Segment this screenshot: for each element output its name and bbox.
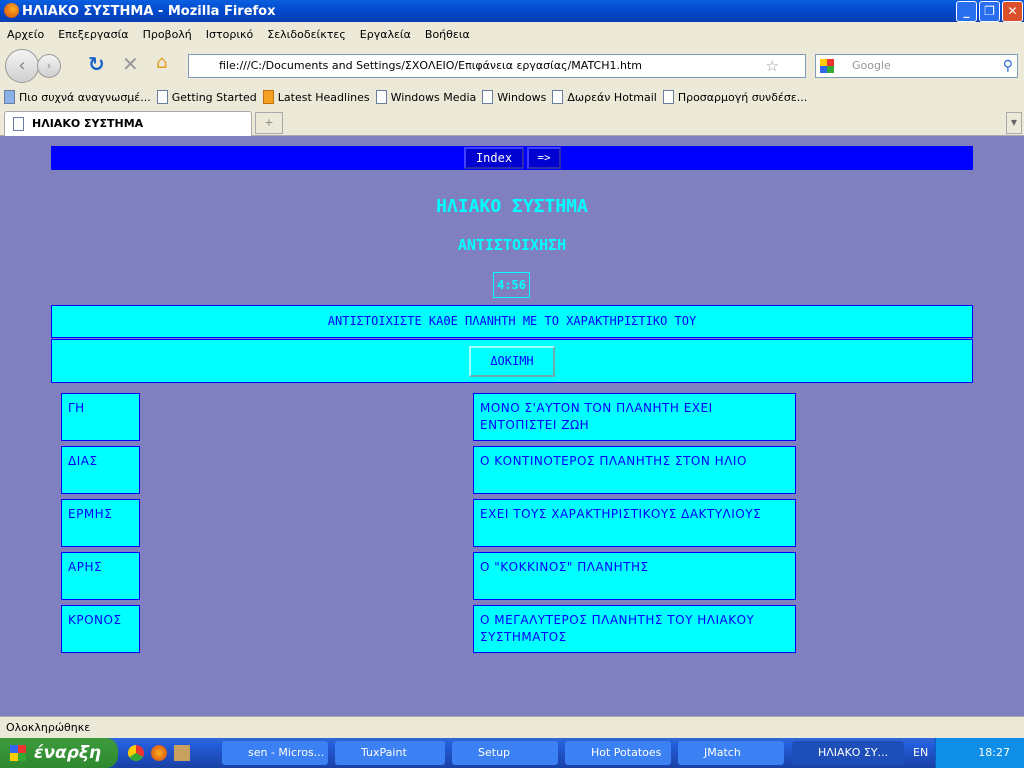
new-tab-button[interactable]: + <box>255 112 283 134</box>
firefox-quicklaunch-icon[interactable] <box>151 745 167 761</box>
left-item-jupiter: ΔΙΑΣ <box>61 446 140 494</box>
tab-label: ΗΛΙΑΚΟ ΣΥΣΤΗΜΑ <box>32 117 144 130</box>
quicklaunch-icon[interactable] <box>174 745 190 761</box>
close-button[interactable]: ✕ <box>1002 1 1023 22</box>
left-item-mercury: ΕΡΜΗΣ <box>61 499 140 547</box>
tab-active[interactable]: ΗΛΙΑΚΟ ΣΥΣΤΗΜΑ <box>4 111 252 136</box>
url-bar[interactable]: file:///C:/Documents and Settings/ΣΧΟΛΕΙ… <box>188 54 806 78</box>
task-setup[interactable]: Setup <box>452 741 558 765</box>
right-item[interactable]: Ο ΚΟΝΤΙΝΟΤΕΡΟΣ ΠΛΑΝΗΤΗΣ ΣΤΟΝ ΗΛΙΟ <box>473 446 796 494</box>
right-item[interactable]: Ο "ΚΟΚΚΙΝΟΣ" ΠΛΑΝΗΤΗΣ <box>473 552 796 600</box>
status-text: Ολοκληρώθηκε <box>6 721 91 734</box>
page-subtitle: ΑΝΤΙΣΤΟΙΧΗΣΗ <box>457 236 567 254</box>
forward-button[interactable]: › <box>37 54 61 78</box>
menu-help[interactable]: Βοήθεια <box>425 28 470 41</box>
chrome-icon[interactable] <box>128 745 144 761</box>
stop-icon[interactable]: ✕ <box>122 52 139 76</box>
tab-list-button[interactable]: ▼ <box>1006 112 1022 134</box>
menu-view[interactable]: Προβολή <box>143 28 192 41</box>
next-button[interactable]: => <box>527 147 561 169</box>
status-bar: Ολοκληρώθηκε <box>0 716 1024 738</box>
minimize-button[interactable]: _ <box>956 1 977 22</box>
bookmark-label: Getting Started <box>171 90 257 104</box>
maximize-button[interactable]: ❐ <box>979 1 1000 22</box>
menu-history[interactable]: Ιστορικό <box>206 28 254 41</box>
search-placeholder: Google <box>852 59 891 72</box>
google-icon <box>820 59 834 73</box>
page-icon <box>13 117 24 131</box>
page-title: ΗΛΙΑΚΟ ΣΥΣΤΗΜΑ <box>436 196 588 217</box>
timer: 4:56 <box>493 272 530 298</box>
bookmark-label: Latest Headlines <box>277 90 370 104</box>
back-button[interactable]: ‹ <box>5 49 39 83</box>
page-icon <box>156 90 168 104</box>
star-icon[interactable]: ☆ <box>766 55 779 77</box>
search-icon[interactable]: ⚲ <box>1003 55 1013 77</box>
search-input[interactable]: Google ⚲ <box>815 54 1018 78</box>
page-icon <box>662 90 674 104</box>
bookmark-latest-headlines[interactable]: Latest Headlines <box>262 90 370 104</box>
right-item[interactable]: ΜΟΝΟ Σ'ΑΥΤΟΝ ΤΟΝ ΠΛΑΝΗΤΗ ΕΧΕΙ ΕΝΤΟΠΙΣΤΕΙ… <box>473 393 796 441</box>
bookmark-windows-media[interactable]: Windows Media <box>375 90 477 104</box>
task-firefox-active[interactable]: ΗΛΙΑΚΟ ΣΥ... <box>792 741 904 765</box>
bookmark-label: Windows <box>497 90 547 104</box>
start-button[interactable]: έναρξη <box>0 738 118 768</box>
title-bar: ΗΛΙΑΚΟ ΣΥΣΤΗΜΑ - Mozilla Firefox _ ❐ ✕ <box>0 0 1024 22</box>
instructions: ΑΝΤΙΣΤΟΙΧΙΣΤΕ ΚΑΘΕ ΠΛΑΝΗΤΗ ΜΕ ΤΟ ΧΑΡΑΚΤΗ… <box>51 305 973 338</box>
page-icon <box>375 90 387 104</box>
bookmarks-toolbar: Πιο συχνά αναγνωσμέ... Getting Started L… <box>0 86 1024 108</box>
bookmark-label: Προσαρμογή συνδέσε... <box>677 90 808 104</box>
bookmark-label: Πιο συχνά αναγνωσμέ... <box>19 90 151 104</box>
language-indicator[interactable]: EN <box>913 746 928 759</box>
page-icon <box>552 90 564 104</box>
index-button[interactable]: Index <box>464 147 524 169</box>
start-label: έναρξη <box>34 743 102 763</box>
home-icon[interactable]: ⌂ <box>156 52 167 73</box>
menu-tools[interactable]: Εργαλεία <box>360 28 411 41</box>
bookmark-getting-started[interactable]: Getting Started <box>156 90 257 104</box>
left-item-saturn: ΚΡΟΝΟΣ <box>61 605 140 653</box>
menu-file[interactable]: Αρχείο <box>7 28 44 41</box>
task-hot-potatoes[interactable]: Hot Potatoes <box>565 741 671 765</box>
right-item[interactable]: Ο ΜΕΓΑΛΥΤΕΡΟΣ ΠΛΑΝΗΤΗΣ ΤΟΥ ΗΛΙΑΚΟΥ ΣΥΣΤΗ… <box>473 605 796 653</box>
menu-edit[interactable]: Επεξεργασία <box>58 28 128 41</box>
bookmark-label: Δωρεάν Hotmail <box>567 90 657 104</box>
window-title: ΗΛΙΑΚΟ ΣΥΣΤΗΜΑ - Mozilla Firefox <box>22 3 276 19</box>
folder-icon <box>4 90 15 104</box>
task-tuxpaint[interactable]: TuxPaint <box>335 741 445 765</box>
bookmark-most-visited[interactable]: Πιο συχνά αναγνωσμέ... <box>4 90 151 104</box>
menu-bookmarks[interactable]: Σελιδοδείκτες <box>267 28 346 41</box>
taskbar: έναρξη sen - Micros... TuxPaint Setup Ho… <box>0 738 1024 768</box>
system-tray: 18:27 <box>935 738 1024 768</box>
left-item-earth: ΓΗ <box>61 393 140 441</box>
button-bar: ΔΟΚΙΜΗ <box>51 339 973 383</box>
check-button[interactable]: ΔΟΚΙΜΗ <box>469 346 555 377</box>
right-item[interactable]: ΕΧΕΙ ΤΟΥΣ ΧΑΡΑΚΤΗΡΙΣΤΙΚΟΥΣ ΔΑΚΤΥΛΙΟΥΣ <box>473 499 796 547</box>
clock: 18:27 <box>978 746 1010 759</box>
task-jmatch[interactable]: JMatch <box>678 741 784 765</box>
reload-icon[interactable]: ↻ <box>88 52 105 76</box>
left-item-mars: ΑΡΗΣ <box>61 552 140 600</box>
nav-bar: Index => <box>51 146 973 170</box>
bookmark-windows[interactable]: Windows <box>482 90 546 104</box>
rss-icon <box>262 90 274 104</box>
page-content: Index => ΗΛΙΑΚΟ ΣΥΣΤΗΜΑ ΑΝΤΙΣΤΟΙΧΗΣΗ 4:5… <box>0 136 1024 716</box>
windows-logo-icon <box>10 745 26 761</box>
page-icon <box>482 90 494 104</box>
tab-bar: ΗΛΙΑΚΟ ΣΥΣΤΗΜΑ + ▼ <box>0 108 1024 136</box>
bookmark-hotmail[interactable]: Δωρεάν Hotmail <box>552 90 657 104</box>
menu-bar: Αρχείο Επεξεργασία Προβολή Ιστορικό Σελι… <box>0 22 1024 46</box>
task-word[interactable]: sen - Micros... <box>222 741 328 765</box>
firefox-icon <box>4 3 19 18</box>
url-text: file:///C:/Documents and Settings/ΣΧΟΛΕΙ… <box>219 59 642 72</box>
bookmark-customize-links[interactable]: Προσαρμογή συνδέσε... <box>662 90 808 104</box>
bookmark-label: Windows Media <box>390 90 477 104</box>
